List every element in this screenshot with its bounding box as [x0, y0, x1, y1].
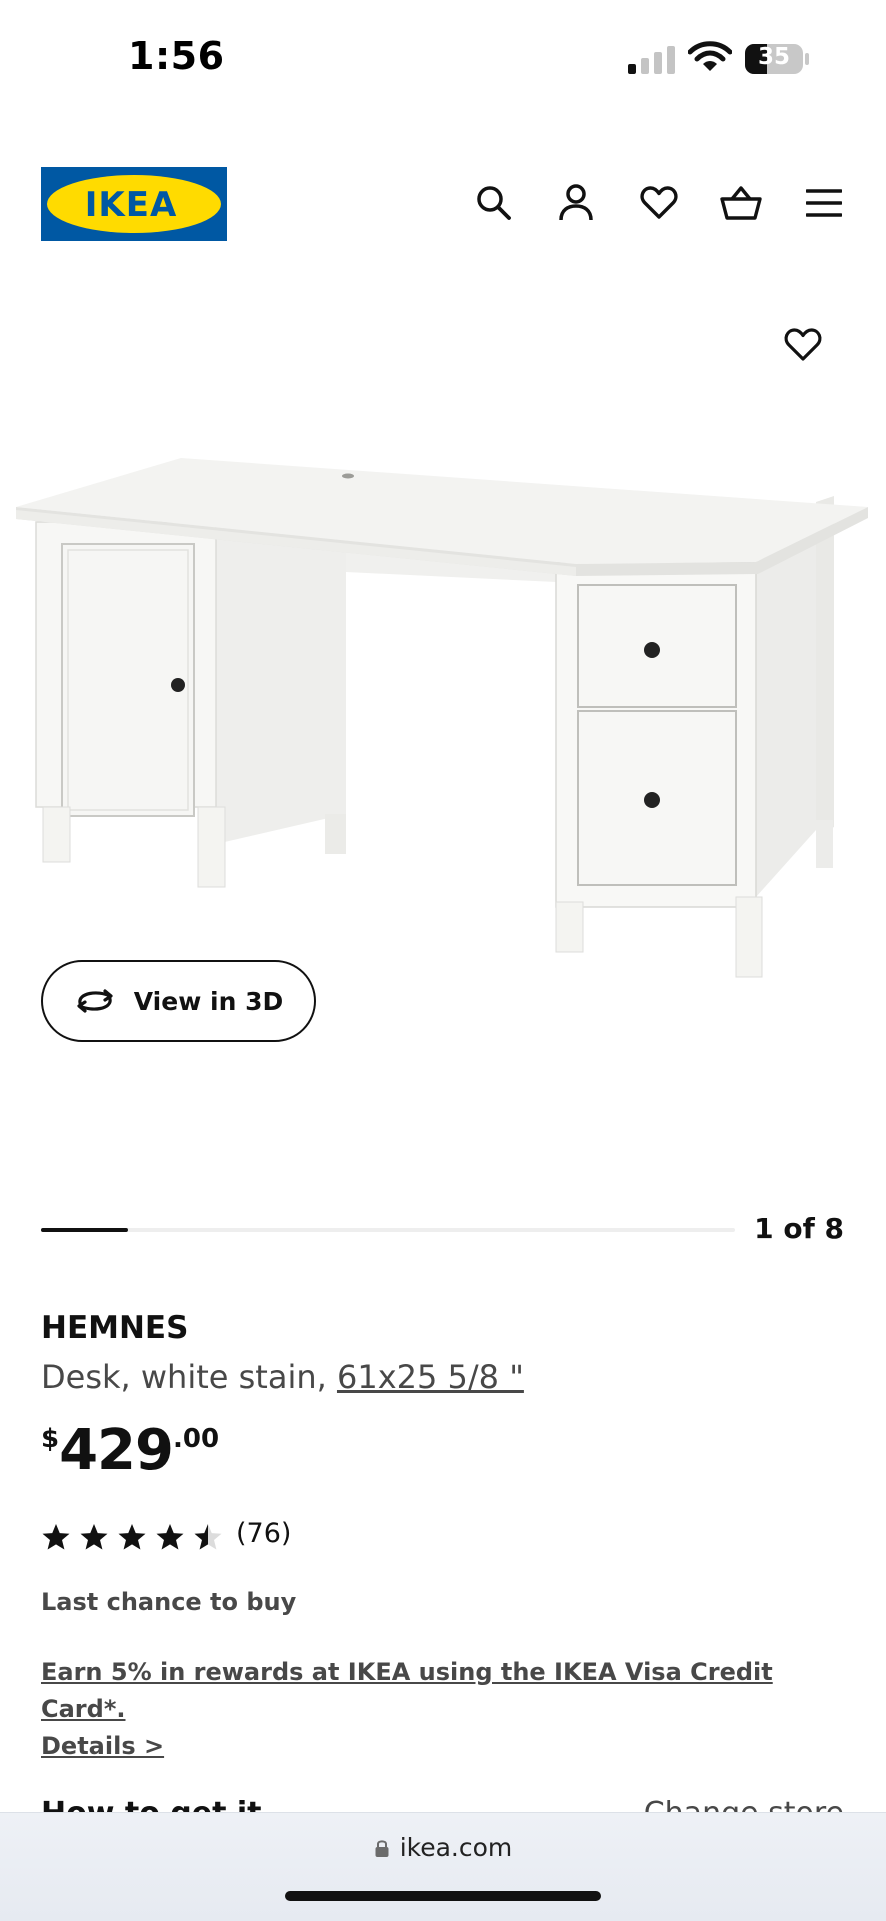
product-name: HEMNES [41, 1310, 189, 1346]
cellular-signal-icon [628, 42, 676, 74]
price-currency: $ [41, 1424, 60, 1454]
home-indicator[interactable] [285, 1891, 601, 1901]
product-image [16, 458, 868, 978]
promo-text[interactable]: Earn 5% in rewards at IKEA using the IKE… [41, 1658, 773, 1723]
lock-icon [375, 1839, 389, 1857]
wifi-icon [688, 41, 732, 71]
price-integer: 429 [59, 1418, 174, 1483]
image-counter: 1 of 8 [754, 1212, 844, 1245]
image-progress-fill [41, 1228, 128, 1232]
battery-level: 35 [757, 44, 790, 70]
search-icon[interactable] [471, 180, 517, 226]
rating-stars[interactable] [41, 1521, 223, 1553]
star-icon [194, 1524, 222, 1550]
menu-icon[interactable] [801, 180, 847, 226]
star-icon [42, 1524, 70, 1550]
product-size-link[interactable]: 61x25 5/8 " [337, 1358, 524, 1396]
address-bar[interactable]: ikea.com [0, 1833, 886, 1862]
account-icon[interactable] [553, 180, 599, 226]
status-time: 1:56 [128, 34, 225, 78]
price-decimal: .00 [173, 1424, 220, 1454]
svg-text:IKEA: IKEA [85, 185, 178, 225]
basket-icon[interactable] [718, 180, 764, 226]
rotate-3d-icon [77, 989, 113, 1013]
credit-card-promo-link[interactable]: Earn 5% in rewards at IKEA using the IKE… [41, 1654, 821, 1765]
rating-count[interactable]: (76) [236, 1518, 291, 1549]
add-to-favourites-icon[interactable] [780, 322, 826, 368]
promo-details-link[interactable]: Details > [41, 1732, 164, 1760]
star-icon [118, 1524, 146, 1550]
view-in-3d-label: View in 3D [133, 986, 284, 1016]
star-icon [156, 1524, 184, 1550]
battery-indicator: 35 [744, 43, 810, 75]
product-description: Desk, white stain, 61x25 5/8 " [41, 1358, 524, 1396]
image-progress-track [41, 1228, 735, 1232]
availability-message: Last chance to buy [41, 1588, 297, 1616]
browser-toolbar [0, 1812, 886, 1921]
star-icon [80, 1524, 108, 1550]
view-in-3d-button[interactable]: View in 3D [41, 960, 316, 1042]
product-price: $429.00 [41, 1418, 219, 1483]
product-description-text: Desk, white stain, [41, 1358, 337, 1396]
ikea-logo[interactable]: IKEA [41, 167, 227, 241]
url-text: ikea.com [399, 1833, 513, 1862]
heart-icon[interactable] [636, 180, 682, 226]
